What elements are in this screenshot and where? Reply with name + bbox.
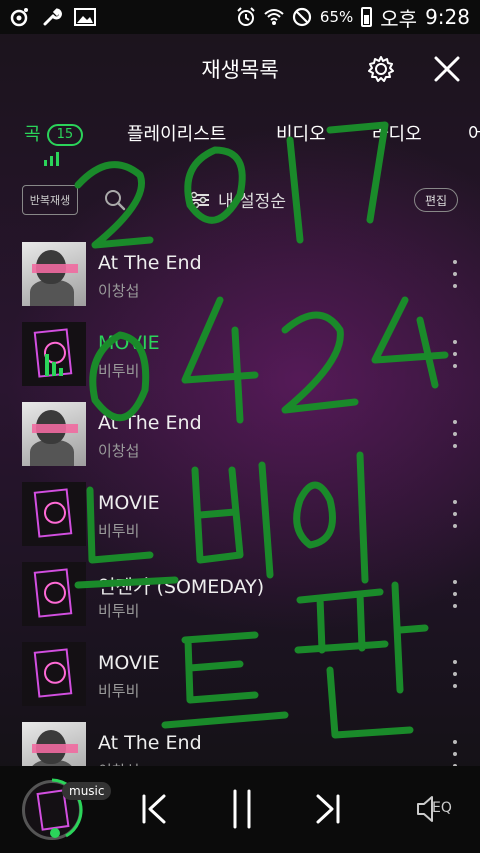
more-icon[interactable] [450,660,460,688]
now-playing-icon [22,322,86,386]
previous-icon[interactable] [138,792,168,826]
song-title: 언젠가 (SOMEDAY) [98,576,265,598]
mini-player: music EQ [0,766,480,853]
song-artist: 이창섭 [98,442,140,460]
tab-radio[interactable]: 라디오 [372,120,422,146]
song-title: At The End [98,732,202,754]
song-title: MOVIE [98,652,160,674]
list-item[interactable]: At The End 이창섭 [0,234,480,314]
wifi-icon [264,9,284,25]
gear-icon[interactable] [366,54,396,84]
list-toolbar: 반복재생 내 설정순 편집 [0,185,480,221]
more-icon[interactable] [450,580,460,608]
song-artist: 비투비 [98,362,140,380]
song-artist: 비투비 [98,602,140,620]
repeat-label: 반복재생 [29,194,71,207]
song-artist: 이창섭 [98,282,140,300]
search-icon[interactable] [104,189,126,211]
song-title: MOVIE [98,332,160,354]
more-icon[interactable] [450,260,460,288]
wrench-icon [43,8,62,26]
sort-icon [189,191,209,208]
more-icon[interactable] [450,340,460,368]
song-count-badge: 15 [46,124,84,146]
music-badge: music [62,782,112,800]
next-icon[interactable] [314,792,344,826]
tab-video[interactable]: 비디오 [276,120,326,146]
sort-button[interactable]: 내 설정순 [188,187,286,212]
list-item[interactable]: MOVIE 비투비 [0,314,480,394]
image-icon [74,8,96,26]
song-title: At The End [98,412,202,434]
header: 재생목록 [0,34,480,104]
repeat-button[interactable]: 반복재생 [22,185,78,215]
more-icon[interactable] [450,420,460,448]
battery-percent: 65% [319,8,354,26]
more-icon[interactable] [450,740,460,768]
edit-button[interactable]: 편집 [414,188,458,212]
progress-dot [50,828,60,838]
alarm-icon [237,7,255,26]
album-art [22,482,86,546]
sort-label: 내 설정순 [218,192,286,212]
list-item[interactable]: MOVIE 비투비 [0,634,480,714]
status-time: 9:28 [425,5,470,29]
block-icon [292,7,312,27]
tab-songs[interactable]: 곡 15 [24,120,84,146]
more-icon[interactable] [450,500,460,528]
playing-indicator-icon [44,152,59,166]
tab-more[interactable]: 어 [468,120,480,146]
battery-icon [361,7,373,27]
camera-icon [10,8,28,27]
song-artist: 비투비 [98,682,140,700]
status-ampm: 오후 [380,6,418,31]
album-art [22,642,86,706]
song-title: At The End [98,252,202,274]
edit-label: 편집 [424,193,448,208]
album-art [22,402,86,466]
close-icon[interactable] [432,54,462,84]
list-item[interactable]: 언젠가 (SOMEDAY) 비투비 [0,554,480,634]
song-title: MOVIE [98,492,160,514]
tab-bar: 곡 15 플레이리스트 비디오 라디오 어 [0,110,480,166]
page-title: 재생목록 [201,58,279,82]
album-art [22,242,86,306]
album-art [22,562,86,626]
status-bar: 65% 오후 9:28 [0,0,480,34]
song-artist: 비투비 [98,522,140,540]
list-item[interactable]: At The End 이창섭 [0,394,480,474]
list-item[interactable]: MOVIE 비투비 [0,474,480,554]
eq-label: EQ [432,800,452,816]
tab-songs-label: 곡 [24,124,41,145]
pause-icon[interactable] [228,788,256,830]
tab-playlist[interactable]: 플레이리스트 [127,120,226,146]
